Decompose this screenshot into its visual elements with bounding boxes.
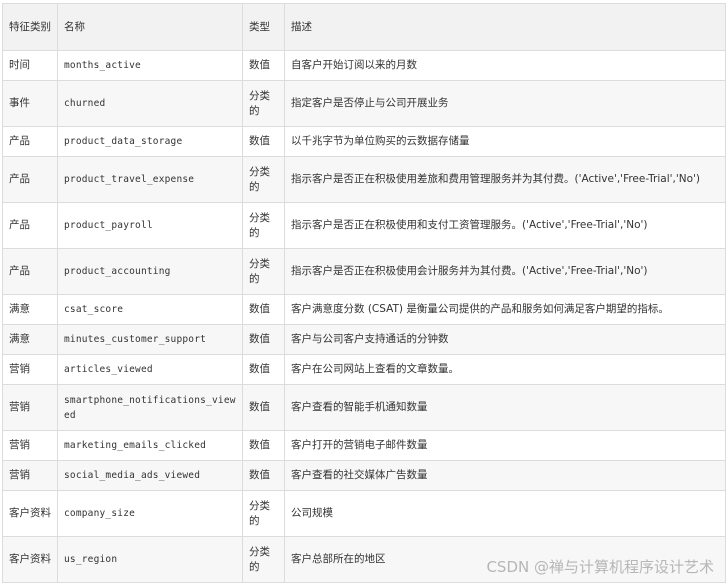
cell-category: 产品 — [2, 202, 58, 249]
cell-category: 营销 — [2, 430, 58, 461]
table-row: 满意 csat_score 数值 客户满意度分数 (CSAT) 是衡量公司提供的… — [2, 294, 726, 325]
cell-name: smartphone_notifications_viewed — [57, 384, 243, 431]
cell-category: 营销 — [2, 354, 58, 385]
cell-description: 公司规模 — [284, 490, 726, 537]
cell-description: 指示客户是否正在积极使用会计服务并为其付费。('Active','Free-Tr… — [284, 248, 726, 295]
cell-name: product_travel_expense — [57, 156, 243, 203]
table-row: 产品 product_travel_expense 分类的 指示客户是否正在积极… — [2, 156, 726, 203]
cell-type: 数值 — [242, 294, 285, 325]
cell-category: 营销 — [2, 460, 58, 491]
header-type: 类型 — [242, 3, 285, 51]
cell-description: 客户与公司客户支持通话的分钟数 — [284, 324, 726, 355]
table-row: 事件 churned 分类的 指定客户是否停止与公司开展业务 — [2, 80, 726, 127]
cell-name: minutes_customer_support — [57, 324, 243, 355]
table-row: 产品 product_payroll 分类的 指示客户是否正在积极使用和支付工资… — [2, 202, 726, 249]
cell-description: 客户查看的智能手机通知数量 — [284, 384, 726, 431]
cell-type: 数值 — [242, 354, 285, 385]
cell-type: 分类的 — [242, 490, 285, 537]
cell-type: 分类的 — [242, 202, 285, 249]
header-description: 描述 — [284, 3, 726, 51]
cell-category: 满意 — [2, 294, 58, 325]
cell-description: 客户在公司网站上查看的文章数量。 — [284, 354, 726, 385]
cell-description: 自客户开始订阅以来的月数 — [284, 50, 726, 81]
cell-category: 满意 — [2, 324, 58, 355]
cell-type: 数值 — [242, 50, 285, 81]
table-row: 营销 smartphone_notifications_viewed 数值 客户… — [2, 384, 726, 431]
table-row: 营销 social_media_ads_viewed 数值 客户查看的社交媒体广… — [2, 460, 726, 491]
cell-type: 数值 — [242, 126, 285, 157]
csdn-watermark: CSDN @禅与计算机程序设计艺术 — [486, 558, 714, 576]
cell-name: product_data_storage — [57, 126, 243, 157]
table-row: 营销 articles_viewed 数值 客户在公司网站上查看的文章数量。 — [2, 354, 726, 385]
cell-name: churned — [57, 80, 243, 127]
cell-description: 客户打开的营销电子邮件数量 — [284, 430, 726, 461]
header-name: 名称 — [57, 3, 243, 51]
table-row: 时间 months_active 数值 自客户开始订阅以来的月数 — [2, 50, 726, 81]
cell-description: 指示客户是否正在积极使用和支付工资管理服务。('Active','Free-Tr… — [284, 202, 726, 249]
table-row: 客户资料 company_size 分类的 公司规模 — [2, 490, 726, 537]
cell-category: 事件 — [2, 80, 58, 127]
cell-type: 数值 — [242, 430, 285, 461]
header-category: 特征类别 — [2, 3, 58, 51]
cell-description: 指示客户是否正在积极使用差旅和费用管理服务并为其付费。('Active','Fr… — [284, 156, 726, 203]
cell-description: 指定客户是否停止与公司开展业务 — [284, 80, 726, 127]
cell-category: 产品 — [2, 248, 58, 295]
cell-type: 数值 — [242, 460, 285, 491]
cell-category: 产品 — [2, 156, 58, 203]
table-row: 满意 minutes_customer_support 数值 客户与公司客户支持… — [2, 324, 726, 355]
cell-type: 数值 — [242, 384, 285, 431]
cell-category: 客户资料 — [2, 490, 58, 537]
table-row: 产品 product_data_storage 数值 以千兆字节为单位购买的云数… — [2, 126, 726, 157]
cell-name: company_size — [57, 490, 243, 537]
cell-type: 分类的 — [242, 536, 285, 583]
cell-type: 分类的 — [242, 156, 285, 203]
cell-name: months_active — [57, 50, 243, 81]
table-row: 产品 product_accounting 分类的 指示客户是否正在积极使用会计… — [2, 248, 726, 295]
cell-name: articles_viewed — [57, 354, 243, 385]
cell-description: 客户满意度分数 (CSAT) 是衡量公司提供的产品和服务如何满足客户期望的指标。 — [284, 294, 726, 325]
cell-name: social_media_ads_viewed — [57, 460, 243, 491]
table-header-row: 特征类别 名称 类型 描述 — [2, 3, 726, 51]
table-row: 营销 marketing_emails_clicked 数值 客户打开的营销电子… — [2, 430, 726, 461]
cell-name: csat_score — [57, 294, 243, 325]
cell-name: product_payroll — [57, 202, 243, 249]
cell-category: 时间 — [2, 50, 58, 81]
cell-name: us_region — [57, 536, 243, 583]
cell-description: 以千兆字节为单位购买的云数据存储量 — [284, 126, 726, 157]
feature-table: 特征类别 名称 类型 描述 时间 months_active 数值 自客户开始订… — [2, 3, 726, 583]
cell-name: product_accounting — [57, 248, 243, 295]
cell-category: 产品 — [2, 126, 58, 157]
cell-category: 客户资料 — [2, 536, 58, 583]
cell-description: 客户查看的社交媒体广告数量 — [284, 460, 726, 491]
cell-type: 分类的 — [242, 80, 285, 127]
cell-type: 分类的 — [242, 248, 285, 295]
cell-type: 数值 — [242, 324, 285, 355]
cell-name: marketing_emails_clicked — [57, 430, 243, 461]
cell-category: 营销 — [2, 384, 58, 431]
